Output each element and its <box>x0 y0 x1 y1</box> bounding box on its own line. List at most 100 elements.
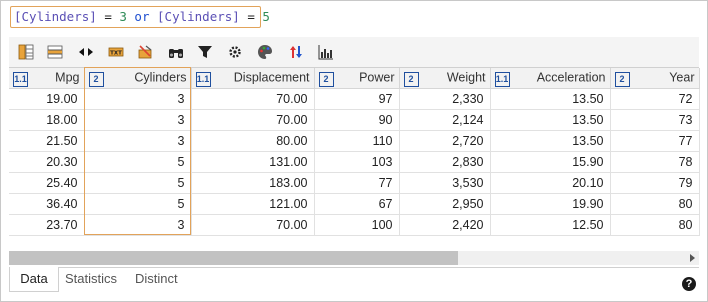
cell-displacement[interactable]: 183.00 <box>190 172 315 194</box>
column-header-cylinders[interactable]: 2 Cylinders <box>83 68 192 89</box>
cell-year[interactable]: 73 <box>609 109 700 131</box>
cell-cylinders[interactable]: 3 <box>83 214 192 236</box>
filter-expression-input[interactable]: [Cylinders] = 3 or [Cylinders] = 5 <box>10 6 270 28</box>
cell-mpg[interactable]: 25.40 <box>9 172 85 194</box>
column-header-label: Mpg <box>55 70 80 85</box>
column-header-mpg[interactable]: 1.1 Mpg <box>9 68 85 89</box>
expression-value-2: 5 <box>262 9 270 24</box>
column-type-icon: 1.1 <box>195 71 211 87</box>
cell-power[interactable]: 110 <box>313 130 400 152</box>
cell-year[interactable]: 72 <box>609 88 700 110</box>
cell-power[interactable]: 103 <box>313 151 400 173</box>
table-row[interactable]: 36.40 5 121.00 67 2,950 19.90 80 <box>9 193 700 215</box>
cell-mpg[interactable]: 21.50 <box>9 130 85 152</box>
cell-year[interactable]: 78 <box>609 151 700 173</box>
cell-mpg[interactable]: 18.00 <box>9 109 85 131</box>
expression-column-2: [Cylinders] <box>157 9 240 24</box>
chart-icon[interactable] <box>318 44 334 60</box>
cell-weight[interactable]: 2,720 <box>398 130 491 152</box>
column-type-icon: 2 <box>318 71 334 87</box>
column-header-weight[interactable]: 2 Weight <box>398 68 491 89</box>
cell-cylinders[interactable]: 5 <box>83 193 192 215</box>
text-format-icon[interactable]: TXT <box>108 44 124 60</box>
cell-weight[interactable]: 2,830 <box>398 151 491 173</box>
cell-cylinders[interactable]: 5 <box>83 172 192 194</box>
cell-weight[interactable]: 2,124 <box>398 109 491 131</box>
column-header-label: Displacement <box>233 70 310 85</box>
column-header-label: Acceleration <box>536 70 606 85</box>
table-row[interactable]: 19.00 3 70.00 97 2,330 13.50 72 <box>9 88 700 110</box>
cell-power[interactable]: 67 <box>313 193 400 215</box>
cell-displacement[interactable]: 70.00 <box>190 88 315 110</box>
data-table: 1.1 Mpg 2 Cylinders 1.1 Displacement 2 Power 2 We… <box>9 68 700 236</box>
cell-displacement[interactable]: 70.00 <box>190 214 315 236</box>
tab-data[interactable]: Data <box>9 267 59 292</box>
cell-mpg[interactable]: 20.30 <box>9 151 85 173</box>
cell-acceleration[interactable]: 13.50 <box>489 130 611 152</box>
column-header-displacement[interactable]: 1.1 Displacement <box>190 68 315 89</box>
cell-cylinders[interactable]: 5 <box>83 151 192 173</box>
help-icon[interactable]: ? <box>682 277 696 291</box>
table-row[interactable]: 21.50 3 80.00 110 2,720 13.50 77 <box>9 130 700 152</box>
column-header-label: Year <box>669 70 695 85</box>
table-row[interactable]: 20.30 5 131.00 103 2,830 15.90 78 <box>9 151 700 173</box>
cell-cylinders[interactable]: 3 <box>83 88 192 110</box>
cell-weight[interactable]: 2,950 <box>398 193 491 215</box>
tab-statistics[interactable]: Statistics <box>65 267 117 291</box>
cell-acceleration[interactable]: 15.90 <box>489 151 611 173</box>
toolbar: TXT <box>9 37 699 67</box>
table-row[interactable]: 23.70 3 70.00 100 2,420 12.50 80 <box>9 214 700 236</box>
cell-acceleration[interactable]: 19.90 <box>489 193 611 215</box>
cell-weight[interactable]: 2,420 <box>398 214 491 236</box>
cell-displacement[interactable]: 80.00 <box>190 130 315 152</box>
sort-icon[interactable] <box>288 44 304 60</box>
cell-acceleration[interactable]: 12.50 <box>489 214 611 236</box>
find-icon[interactable] <box>168 44 184 60</box>
cell-power[interactable]: 90 <box>313 109 400 131</box>
expression-operator-2: = <box>239 9 263 24</box>
cell-power[interactable]: 100 <box>313 214 400 236</box>
svg-text:TXT: TXT <box>110 51 122 57</box>
tab-distinct[interactable]: Distinct <box>135 267 178 291</box>
scrollbar-thumb[interactable] <box>9 251 458 265</box>
settings-icon[interactable] <box>227 44 243 60</box>
cell-power[interactable]: 77 <box>313 172 400 194</box>
cell-cylinders[interactable]: 3 <box>83 109 192 131</box>
clear-format-icon[interactable] <box>137 44 153 60</box>
cell-cylinders[interactable]: 3 <box>83 130 192 152</box>
expression-column-1: [Cylinders] <box>14 9 97 24</box>
horizontal-scrollbar[interactable] <box>9 251 699 265</box>
table-row[interactable]: 18.00 3 70.00 90 2,124 13.50 73 <box>9 109 700 131</box>
cell-year[interactable]: 80 <box>609 193 700 215</box>
column-header-power[interactable]: 2 Power <box>313 68 400 89</box>
cell-acceleration[interactable]: 20.10 <box>489 172 611 194</box>
cell-weight[interactable]: 2,330 <box>398 88 491 110</box>
cell-mpg[interactable]: 36.40 <box>9 193 85 215</box>
resize-columns-icon[interactable] <box>78 44 94 60</box>
row-format-icon[interactable] <box>47 44 63 60</box>
cell-displacement[interactable]: 131.00 <box>190 151 315 173</box>
cell-displacement[interactable]: 121.00 <box>190 193 315 215</box>
cell-acceleration[interactable]: 13.50 <box>489 88 611 110</box>
filter-icon[interactable] <box>197 44 213 60</box>
color-palette-icon[interactable] <box>257 44 273 60</box>
expression-value-1: 3 <box>119 9 127 24</box>
cell-weight[interactable]: 3,530 <box>398 172 491 194</box>
cell-mpg[interactable]: 19.00 <box>9 88 85 110</box>
cell-displacement[interactable]: 70.00 <box>190 109 315 131</box>
column-chooser-icon[interactable] <box>18 44 34 60</box>
cell-year[interactable]: 80 <box>609 214 700 236</box>
cell-year[interactable]: 79 <box>609 172 700 194</box>
cell-mpg[interactable]: 23.70 <box>9 214 85 236</box>
scroll-right-arrow-icon[interactable] <box>690 254 695 262</box>
column-type-icon: 2 <box>88 71 104 87</box>
column-type-icon: 1.1 <box>13 71 28 87</box>
cell-year[interactable]: 77 <box>609 130 700 152</box>
expression-operator-1: = <box>96 9 120 24</box>
cell-acceleration[interactable]: 13.50 <box>489 109 611 131</box>
cell-power[interactable]: 97 <box>313 88 400 110</box>
table-body: 19.00 3 70.00 97 2,330 13.50 72 18.00 3 70.00 90 2,… <box>9 88 700 236</box>
column-header-acceleration[interactable]: 1.1 Acceleration <box>489 68 611 89</box>
table-row[interactable]: 25.40 5 183.00 77 3,530 20.10 79 <box>9 172 700 194</box>
column-header-year[interactable]: 2 Year <box>609 68 700 89</box>
